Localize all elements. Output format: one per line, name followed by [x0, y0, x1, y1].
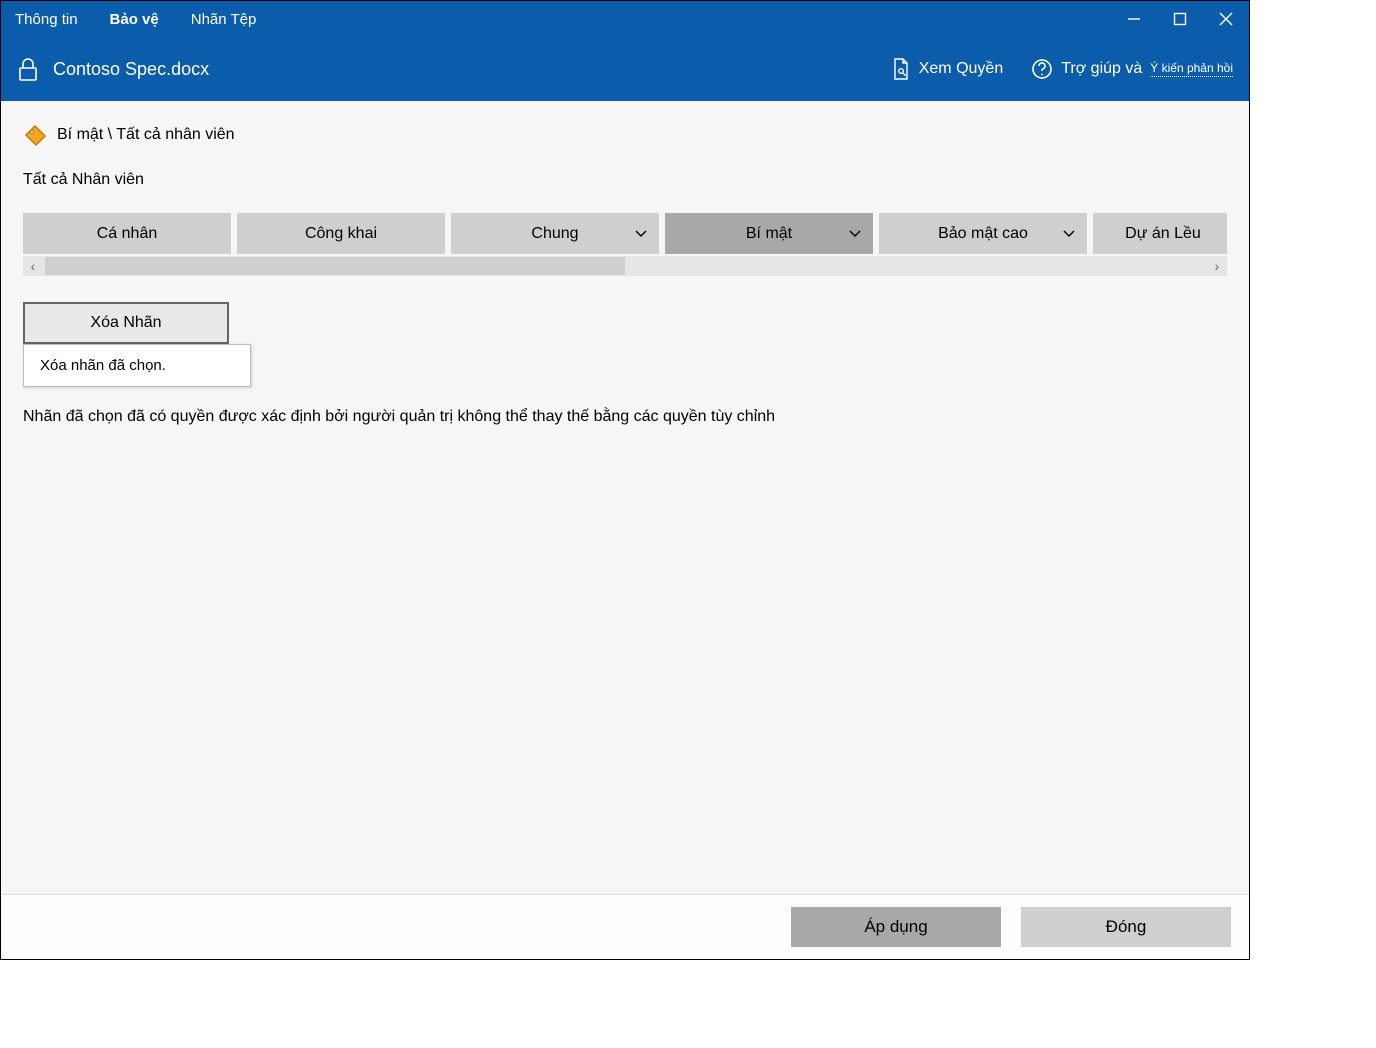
chevron-down-icon: [849, 225, 861, 243]
maximize-button[interactable]: [1157, 1, 1203, 37]
minimize-button[interactable]: [1111, 1, 1157, 37]
label-buttons-row: Cá nhân Công khai Chung Bí mật: [23, 213, 1227, 254]
label-option-personal[interactable]: Cá nhân: [23, 213, 231, 254]
view-rights-link[interactable]: Xem Quyền: [891, 57, 1003, 81]
label-option-text: Dự án Lều: [1125, 225, 1201, 243]
tab-info[interactable]: Thông tin: [15, 5, 92, 34]
label-option-text: Chung: [531, 225, 578, 243]
delete-label-button[interactable]: Xóa Nhãn: [23, 302, 229, 344]
delete-label-section: Xóa Nhãn Xóa nhãn đã chọn.: [1, 276, 1249, 344]
tab-protect[interactable]: Bảo vệ: [110, 5, 173, 34]
feedback-label: Ý kiến phản hồi: [1150, 61, 1233, 77]
label-option-text: Cá nhân: [97, 225, 158, 243]
label-option-public[interactable]: Công khai: [237, 213, 445, 254]
header-bar: Thông tin Bảo vệ Nhãn Tệp: [1, 1, 1249, 101]
scroll-left-arrow[interactable]: ‹: [23, 256, 43, 276]
current-label-path: Bí mật \ Tất cả nhân viên: [57, 126, 235, 144]
apply-button[interactable]: Áp dụng: [791, 907, 1001, 947]
label-bar: Cá nhân Công khai Chung Bí mật: [1, 199, 1249, 276]
label-scrollbar[interactable]: ‹ ›: [23, 256, 1227, 276]
close-dialog-button[interactable]: Đóng: [1021, 907, 1231, 947]
label-option-text: Bảo mật cao: [938, 225, 1028, 243]
document-icon: [891, 57, 911, 81]
scroll-right-arrow[interactable]: ›: [1207, 256, 1227, 276]
minimize-icon: [1127, 12, 1141, 26]
file-title: Contoso Spec.docx: [53, 59, 209, 80]
header-tabs-row: Thông tin Bảo vệ Nhãn Tệp: [1, 1, 1249, 37]
protection-dialog: Thông tin Bảo vệ Nhãn Tệp: [0, 0, 1250, 960]
delete-label-tooltip: Xóa nhãn đã chọn.: [23, 344, 251, 387]
maximize-icon: [1173, 12, 1187, 26]
chevron-down-icon: [635, 225, 647, 243]
view-rights-label: Xem Quyền: [919, 60, 1003, 78]
tab-file-label[interactable]: Nhãn Tệp: [191, 5, 271, 34]
label-option-general[interactable]: Chung: [451, 213, 659, 254]
help-feedback-link[interactable]: Trợ giúp và Ý kiến phản hồi: [1031, 58, 1233, 80]
tag-icon: [23, 123, 47, 147]
scroll-thumb[interactable]: [45, 257, 625, 275]
header-file-row: Contoso Spec.docx Xem Quyền: [1, 37, 1249, 101]
subheading: Tất cả Nhân viên: [1, 157, 1249, 199]
file-title-wrap: Contoso Spec.docx: [17, 56, 209, 82]
header-right: Xem Quyền Trợ giúp và Ý kiến phản hồi: [891, 57, 1233, 81]
help-icon: [1031, 58, 1053, 80]
close-button[interactable]: [1203, 1, 1249, 37]
lock-icon: [17, 56, 39, 82]
main-area: Bí mật \ Tất cả nhân viên Tất cả Nhân vi…: [1, 101, 1249, 959]
chevron-down-icon: [1063, 225, 1075, 243]
current-label-row: Bí mật \ Tất cả nhân viên: [1, 101, 1249, 157]
help-and-label: Trợ giúp và: [1061, 60, 1142, 78]
label-option-text: Công khai: [305, 225, 377, 243]
footer-bar: Áp dụng Đóng: [1, 894, 1249, 959]
label-option-text: Bí mật: [746, 225, 792, 243]
close-icon: [1219, 12, 1233, 26]
label-option-highly-confidential[interactable]: Bảo mật cao: [879, 213, 1087, 254]
label-option-confidential[interactable]: Bí mật: [665, 213, 873, 254]
label-option-project-tent[interactable]: Dự án Lều: [1093, 213, 1227, 254]
window-controls: [1111, 1, 1249, 37]
